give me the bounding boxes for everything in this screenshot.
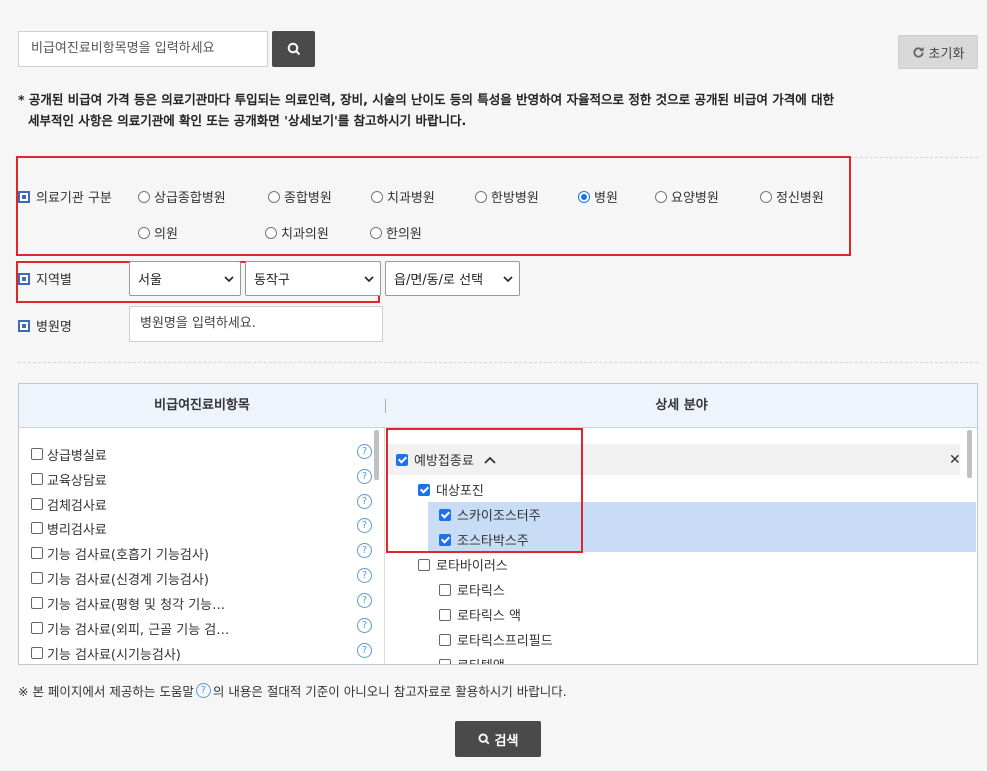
radio-clinic[interactable]: 의원 bbox=[138, 223, 178, 242]
search-submit-button[interactable]: 검색 bbox=[455, 721, 541, 757]
reset-button[interactable]: 초기화 bbox=[898, 35, 978, 69]
right-header: 상세 분야 bbox=[655, 398, 708, 413]
hospital-name-input[interactable]: 병원명을 입력하세요. bbox=[129, 306, 383, 342]
town-select[interactable]: 읍/면/동/로 선택 bbox=[385, 261, 520, 296]
tree-item[interactable]: 로타릭스 bbox=[439, 577, 505, 602]
help-icon[interactable]: ? bbox=[357, 568, 372, 583]
institution-label: 의료기관 구분 bbox=[18, 187, 112, 206]
chevron-down-icon bbox=[503, 275, 513, 282]
refresh-icon bbox=[912, 46, 924, 58]
hospital-name-label: 병원명 bbox=[18, 316, 72, 335]
notice-line-1: * 공개된 비급여 가격 등은 의료기관마다 투입되는 의료인력, 장비, 시술… bbox=[18, 92, 835, 107]
city-select[interactable]: 서울 bbox=[129, 261, 241, 296]
help-icon[interactable]: ? bbox=[357, 518, 372, 533]
search-icon bbox=[287, 42, 300, 56]
list-item[interactable]: 기능 검사료(평형 및 청각 기능… bbox=[31, 593, 225, 613]
bullet-icon bbox=[18, 319, 30, 332]
radio-oriental-clinic[interactable]: 한의원 bbox=[370, 223, 422, 242]
checkbox[interactable] bbox=[31, 572, 43, 584]
list-item[interactable]: 상급병실료 bbox=[31, 444, 107, 464]
checkbox[interactable] bbox=[31, 597, 43, 609]
search-icon bbox=[478, 733, 489, 745]
help-icon[interactable]: ? bbox=[357, 494, 372, 509]
checkbox[interactable] bbox=[439, 658, 451, 664]
checkbox[interactable] bbox=[439, 608, 451, 621]
checkbox[interactable] bbox=[31, 522, 43, 534]
help-icon[interactable]: ? bbox=[357, 593, 372, 608]
divider bbox=[18, 362, 978, 363]
help-disclaimer: ※ 본 페이지에서 제공하는 도움말 ? 의 내용은 절대적 기준이 아니오니 … bbox=[18, 683, 567, 699]
chevron-down-icon bbox=[364, 275, 374, 282]
help-icon: ? bbox=[195, 683, 211, 698]
list-item[interactable]: 기능 검사료(시기능검사) bbox=[31, 643, 181, 663]
list-item[interactable]: 기능 검사료(호흡기 기능검사) bbox=[31, 543, 209, 563]
radio-tertiary-hospital[interactable]: 상급종합병원 bbox=[138, 187, 226, 206]
checkbox[interactable] bbox=[31, 498, 43, 510]
checkbox[interactable] bbox=[31, 622, 43, 634]
list-item[interactable]: 기능 검사료(외피, 근골 기능 검… bbox=[31, 618, 229, 638]
notice-line-2: 세부적인 사항은 의료기관에 확인 또는 공개화면 '상세보기'를 참고하시기 … bbox=[28, 113, 467, 128]
radio-oriental-hospital[interactable]: 한방병원 bbox=[475, 187, 539, 206]
list-item[interactable]: 병리검사료 bbox=[31, 518, 107, 538]
search-input[interactable]: 비급여진료비항목명을 입력하세요 bbox=[18, 31, 268, 67]
close-icon[interactable]: ✕ bbox=[949, 447, 961, 472]
tree-item[interactable]: 로타릭스 액 bbox=[439, 602, 521, 627]
checkbox[interactable] bbox=[31, 547, 43, 559]
reset-label: 초기화 bbox=[928, 46, 965, 62]
region-label: 지역별 bbox=[18, 269, 72, 288]
list-item[interactable]: 검체검사료 bbox=[31, 494, 107, 514]
radio-mental-hospital[interactable]: 정신병원 bbox=[760, 187, 824, 206]
panel-header: 비급여진료비항목 상세 분야 bbox=[19, 384, 977, 428]
help-icon[interactable]: ? bbox=[357, 444, 372, 459]
tree-item[interactable]: 로타텍액 bbox=[439, 652, 505, 664]
help-icon[interactable]: ? bbox=[357, 643, 372, 658]
radio-dental-hospital[interactable]: 치과병원 bbox=[371, 187, 435, 206]
radio-dental-clinic[interactable]: 치과의원 bbox=[265, 223, 329, 242]
bullet-icon bbox=[18, 272, 30, 285]
tree-group-rotavirus[interactable]: 로타바이러스 bbox=[418, 552, 508, 577]
item-selection-panel: 비급여진료비항목 상세 분야 상급병실료 ? 교육상담료 ? 검체검사료 ? 병… bbox=[18, 383, 978, 665]
scrollbar-thumb[interactable] bbox=[967, 430, 972, 478]
price-notice: * 공개된 비급여 가격 등은 의료기관마다 투입되는 의료인력, 장비, 시술… bbox=[18, 89, 918, 131]
detail-highlight-box bbox=[386, 428, 583, 553]
search-button[interactable] bbox=[272, 31, 315, 67]
list-item[interactable]: 기능 검사료(신경계 기능검사) bbox=[31, 568, 209, 588]
checkbox[interactable] bbox=[31, 647, 43, 659]
checkbox[interactable] bbox=[31, 473, 43, 485]
left-header: 비급여진료비항목 bbox=[154, 398, 250, 413]
checkbox[interactable] bbox=[439, 633, 451, 646]
help-icon[interactable]: ? bbox=[357, 469, 372, 484]
help-icon[interactable]: ? bbox=[357, 543, 372, 558]
help-icon[interactable]: ? bbox=[357, 618, 372, 633]
list-item[interactable]: 교육상담료 bbox=[31, 469, 107, 489]
scrollbar-thumb[interactable] bbox=[374, 430, 379, 480]
checkbox[interactable] bbox=[418, 558, 430, 571]
checkbox[interactable] bbox=[439, 583, 451, 596]
district-select[interactable]: 동작구 bbox=[245, 261, 381, 296]
tree-item[interactable]: 로타릭스프리필드 bbox=[439, 627, 553, 652]
chevron-down-icon bbox=[224, 275, 234, 282]
radio-nursing-hospital[interactable]: 요양병원 bbox=[655, 187, 719, 206]
item-list[interactable]: 상급병실료 ? 교육상담료 ? 검체검사료 ? 병리검사료 ? 기능 검사료(호… bbox=[19, 428, 385, 664]
bullet-icon bbox=[18, 190, 30, 203]
radio-general-hospital[interactable]: 종합병원 bbox=[268, 187, 332, 206]
radio-hospital[interactable]: 병원 bbox=[578, 187, 618, 206]
checkbox[interactable] bbox=[31, 448, 43, 460]
